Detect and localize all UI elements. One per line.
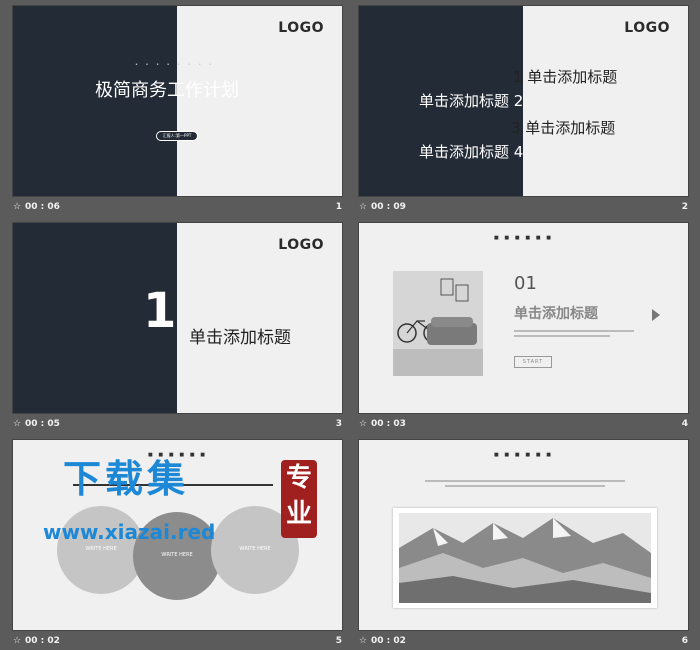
slide-number: 4 bbox=[681, 419, 688, 429]
toc-item-4: 单击添加标题 4 bbox=[419, 143, 524, 161]
slide-1-canvas[interactable]: LOGO • • • • • • • • 极简商务工作计划 汇报人:第一PPT bbox=[12, 5, 343, 197]
subtitle-dots: • • • • • • • • bbox=[135, 62, 215, 68]
slide-duration: 00 : 09 bbox=[371, 202, 406, 212]
slide-title: 极简商务工作计划 bbox=[95, 80, 239, 101]
logo-text: LOGO bbox=[278, 20, 324, 36]
slide-meta: ☆ 00 : 06 1 bbox=[13, 202, 342, 216]
slide-6-canvas[interactable]: ■ ■ ■ ■ ■ ■ bbox=[358, 439, 689, 631]
watermark-seal: 专业 bbox=[281, 460, 317, 538]
slide-header-dots: ■ ■ ■ ■ ■ ■ bbox=[493, 235, 554, 241]
toc-item-1: 1 单击添加标题 bbox=[513, 68, 618, 86]
mountain-photo bbox=[393, 508, 657, 608]
slide-number: 1 bbox=[335, 202, 342, 212]
slide-3-canvas[interactable]: LOGO 1 单击添加标题 bbox=[12, 222, 343, 414]
slide-number: 3 bbox=[335, 419, 342, 429]
circle-1-label: WRITE HERE bbox=[85, 546, 117, 552]
slide-duration: 00 : 06 bbox=[25, 202, 60, 212]
slide-meta: ☆ 00 : 03 4 bbox=[359, 419, 688, 433]
slide-duration: 00 : 03 bbox=[371, 419, 406, 429]
presenter-pill: 汇报人:第一PPT bbox=[156, 131, 198, 141]
section-number: 1 bbox=[143, 283, 177, 339]
item-number: 01 bbox=[514, 273, 537, 294]
slide-header-dots: ■ ■ ■ ■ ■ ■ bbox=[493, 452, 554, 458]
item-title: 单击添加标题 bbox=[514, 306, 598, 322]
slide-meta: ☆ 00 : 05 3 bbox=[13, 419, 342, 433]
slide-duration: 00 : 05 bbox=[25, 419, 60, 429]
body-text-placeholder bbox=[425, 480, 625, 487]
circle-3-label: WRITE HERE bbox=[239, 546, 271, 552]
slide-number: 2 bbox=[681, 202, 688, 212]
slide-meta: ☆ 00 : 02 6 bbox=[359, 636, 688, 650]
toc-item-2: 单击添加标题 2 bbox=[419, 92, 524, 110]
room-photo bbox=[393, 271, 483, 376]
slide-4-canvas[interactable]: ■ ■ ■ ■ ■ ■ 01 单击添加标题 START bbox=[358, 222, 689, 414]
logo-text: LOGO bbox=[624, 20, 670, 36]
slide-meta: ☆ 00 : 02 5 bbox=[13, 636, 342, 650]
circle-2-label: WRITE HERE bbox=[161, 552, 193, 558]
start-button: START bbox=[514, 356, 552, 368]
star-icon[interactable]: ☆ bbox=[13, 202, 21, 212]
star-icon[interactable]: ☆ bbox=[359, 419, 367, 429]
watermark-url: www.xiazai.red bbox=[43, 520, 216, 544]
star-icon[interactable]: ☆ bbox=[13, 419, 21, 429]
watermark-title: 下载集 bbox=[63, 457, 190, 501]
slide-2-canvas[interactable]: LOGO 1 单击添加标题 单击添加标题 2 3 单击添加标题 单击添加标题 4 bbox=[358, 5, 689, 197]
play-arrow-icon bbox=[652, 309, 660, 321]
slide-5-canvas[interactable]: ■ ■ ■ ■ ■ ■ WRITE HERE WRITE HERE WRITE … bbox=[12, 439, 343, 631]
section-title: 单击添加标题 bbox=[189, 328, 291, 348]
logo-text: LOGO bbox=[278, 237, 324, 253]
slide-meta: ☆ 00 : 09 2 bbox=[359, 202, 688, 216]
toc-item-3: 3 单击添加标题 bbox=[511, 119, 616, 137]
star-icon[interactable]: ☆ bbox=[359, 202, 367, 212]
item-description-placeholder bbox=[514, 330, 634, 337]
